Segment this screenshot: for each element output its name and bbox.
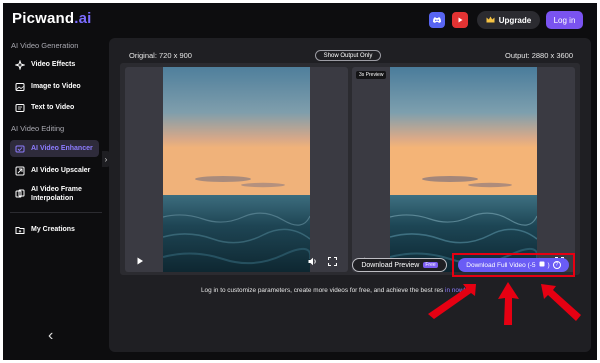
- download-full-label: Download Full Video (-5: [466, 261, 536, 269]
- main-panel: Original: 720 x 900 Show Output Only Out…: [109, 38, 591, 352]
- play-icon[interactable]: [135, 256, 145, 266]
- sidebar-item-video-effects[interactable]: Video Effects: [10, 56, 99, 73]
- login-button[interactable]: Log in: [546, 11, 583, 29]
- free-badge: Free: [423, 262, 438, 268]
- sidebar-item-ai-video-enhancer[interactable]: AI Video Enhancer: [10, 140, 99, 157]
- brand-logo[interactable]: Picwand.ai: [12, 10, 92, 27]
- sidebar-item-label: AI Video Frame Interpolation: [31, 185, 82, 203]
- brand-name: Picwand: [12, 10, 75, 27]
- discord-icon[interactable]: [429, 12, 445, 28]
- app-window: Picwand.ai Upgrade Log in AI Video Gener…: [3, 3, 597, 360]
- sidebar-item-label: Text to Video: [31, 104, 75, 111]
- sidebar-item-label: Video Effects: [31, 61, 76, 68]
- section-ai-video-editing: AI Video Editing: [11, 124, 65, 133]
- sidebar-item-label: My Creations: [31, 226, 75, 233]
- sidebar-item-text-to-video[interactable]: Text to Video: [10, 99, 99, 116]
- login-link[interactable]: in now!: [445, 287, 465, 294]
- download-full-video-button[interactable]: Download Full Video (-5 ) ?: [458, 258, 569, 272]
- original-resolution: Original: 720 x 900: [129, 51, 192, 60]
- sidebar-item-label: Image to Video: [31, 83, 81, 90]
- sidebar-item-ai-video-frame-interpolation[interactable]: AI Video Frame Interpolation: [10, 182, 99, 206]
- notice-text: Log in to customize parameters, create m…: [201, 287, 444, 294]
- output-resolution: Output: 2880 x 3600: [505, 51, 573, 60]
- section-ai-video-generation: AI Video Generation: [11, 41, 79, 50]
- preview-duration-tag: 3s Preview: [356, 71, 387, 79]
- youtube-icon[interactable]: [452, 12, 468, 28]
- info-icon[interactable]: ?: [552, 261, 561, 269]
- download-preview-button[interactable]: Download Preview Free: [352, 258, 447, 272]
- frames-icon: [15, 189, 25, 198]
- folder-icon: [15, 226, 25, 234]
- sidebar-item-ai-video-upscaler[interactable]: AI Video Upscaler: [10, 162, 99, 179]
- label-line-1: AI Video Frame: [31, 186, 82, 193]
- output-video-frame: [390, 67, 537, 272]
- text-icon: [15, 103, 25, 112]
- upscale-icon: [15, 166, 25, 175]
- sparkle-icon: [15, 59, 25, 70]
- sidebar: AI Video Generation Video Effects Image …: [3, 37, 105, 360]
- sidebar-item-my-creations[interactable]: My Creations: [10, 221, 99, 238]
- original-video-pane: [125, 67, 348, 272]
- fullscreen-icon[interactable]: [327, 256, 337, 266]
- sidebar-divider: [10, 212, 102, 213]
- upgrade-button[interactable]: Upgrade: [477, 11, 540, 29]
- download-full-close: ): [547, 261, 550, 269]
- comparison-area: 3s Preview: [120, 63, 580, 275]
- top-bar: Picwand.ai Upgrade Log in: [3, 3, 597, 37]
- upgrade-label: Upgrade: [498, 15, 532, 25]
- sidebar-item-label: AI Video Upscaler: [31, 167, 91, 174]
- sidebar-item-image-to-video[interactable]: Image to Video: [10, 78, 99, 95]
- download-preview-label: Download Preview: [361, 261, 420, 269]
- sidebar-item-label: AI Video Enhancer: [31, 145, 93, 152]
- collapse-sidebar-arrow-icon[interactable]: ‹: [48, 327, 53, 345]
- crown-icon: [486, 16, 495, 25]
- brand-suffix: .ai: [74, 10, 92, 27]
- original-video-frame: [163, 67, 310, 272]
- credit-icon: [539, 261, 545, 269]
- login-notice: Log in to customize parameters, create m…: [201, 287, 465, 294]
- label-line-2: Interpolation: [31, 195, 74, 202]
- output-video-pane: 3s Preview: [352, 67, 575, 272]
- image-icon: [15, 82, 25, 91]
- volume-icon[interactable]: [308, 256, 318, 266]
- show-output-only-button[interactable]: Show Output Only: [315, 50, 381, 61]
- enhance-icon: [15, 145, 25, 152]
